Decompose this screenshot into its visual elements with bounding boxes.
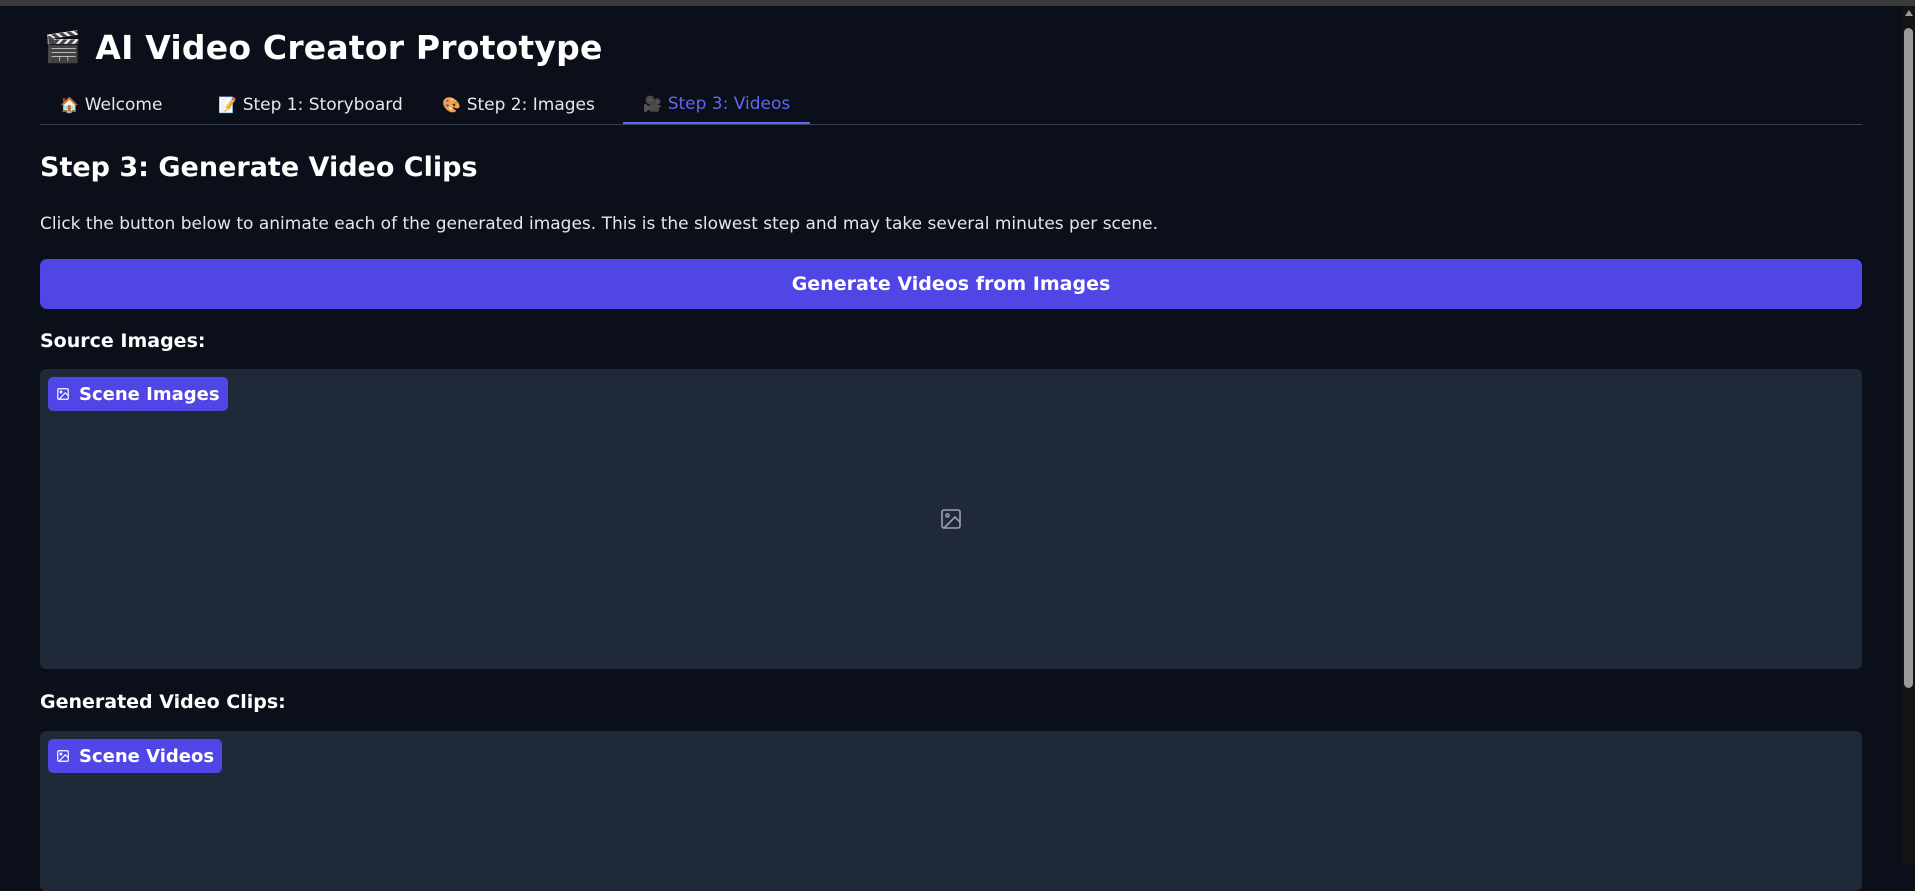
gallery-badge-label: Scene Videos [79,745,215,767]
tab-images[interactable]: 🎨 Step 2: Images [422,86,615,124]
gallery-badge: Scene Images [48,377,228,411]
scene-videos-gallery[interactable]: Scene Videos [40,731,1862,891]
source-images-label: Source Images: [40,330,206,352]
generate-videos-button[interactable]: Generate Videos from Images [40,259,1862,309]
image-icon [57,388,69,400]
tab-label: Step 3: Videos [667,94,791,114]
tab-welcome[interactable]: 🏠 Welcome [40,86,182,124]
house-icon: 🏠 [60,96,79,114]
scrollbar-thumb[interactable] [1904,28,1913,688]
scroll-up-arrow-icon[interactable] [1905,10,1913,16]
generated-videos-label: Generated Video Clips: [40,691,286,713]
image-icon [57,750,69,762]
tab-label: Welcome [84,95,163,115]
movie-camera-icon: 🎥 [643,95,662,113]
section-description: Click the button below to animate each o… [40,214,1158,234]
tab-storyboard[interactable]: 📝 Step 1: Storyboard [198,86,423,124]
image-placeholder-icon [941,509,961,529]
tab-bar: 🏠 Welcome 📝 Step 1: Storyboard 🎨 Step 2:… [40,86,1862,125]
app-title: 🎬 AI Video Creator Prototype [44,28,603,67]
tab-label: Step 2: Images [466,95,595,115]
app-title-text: AI Video Creator Prototype [95,28,603,67]
gallery-badge-label: Scene Images [79,383,220,405]
source-images-gallery[interactable]: Scene Images [40,369,1862,669]
palette-icon: 🎨 [442,96,461,114]
section-heading: Step 3: Generate Video Clips [40,152,478,183]
tab-videos[interactable]: 🎥 Step 3: Videos [623,86,811,124]
window-top-border [0,0,1915,6]
gallery-badge: Scene Videos [48,739,223,773]
clapperboard-icon: 🎬 [44,29,82,65]
memo-icon: 📝 [218,96,237,114]
tab-label: Step 1: Storyboard [242,95,403,115]
